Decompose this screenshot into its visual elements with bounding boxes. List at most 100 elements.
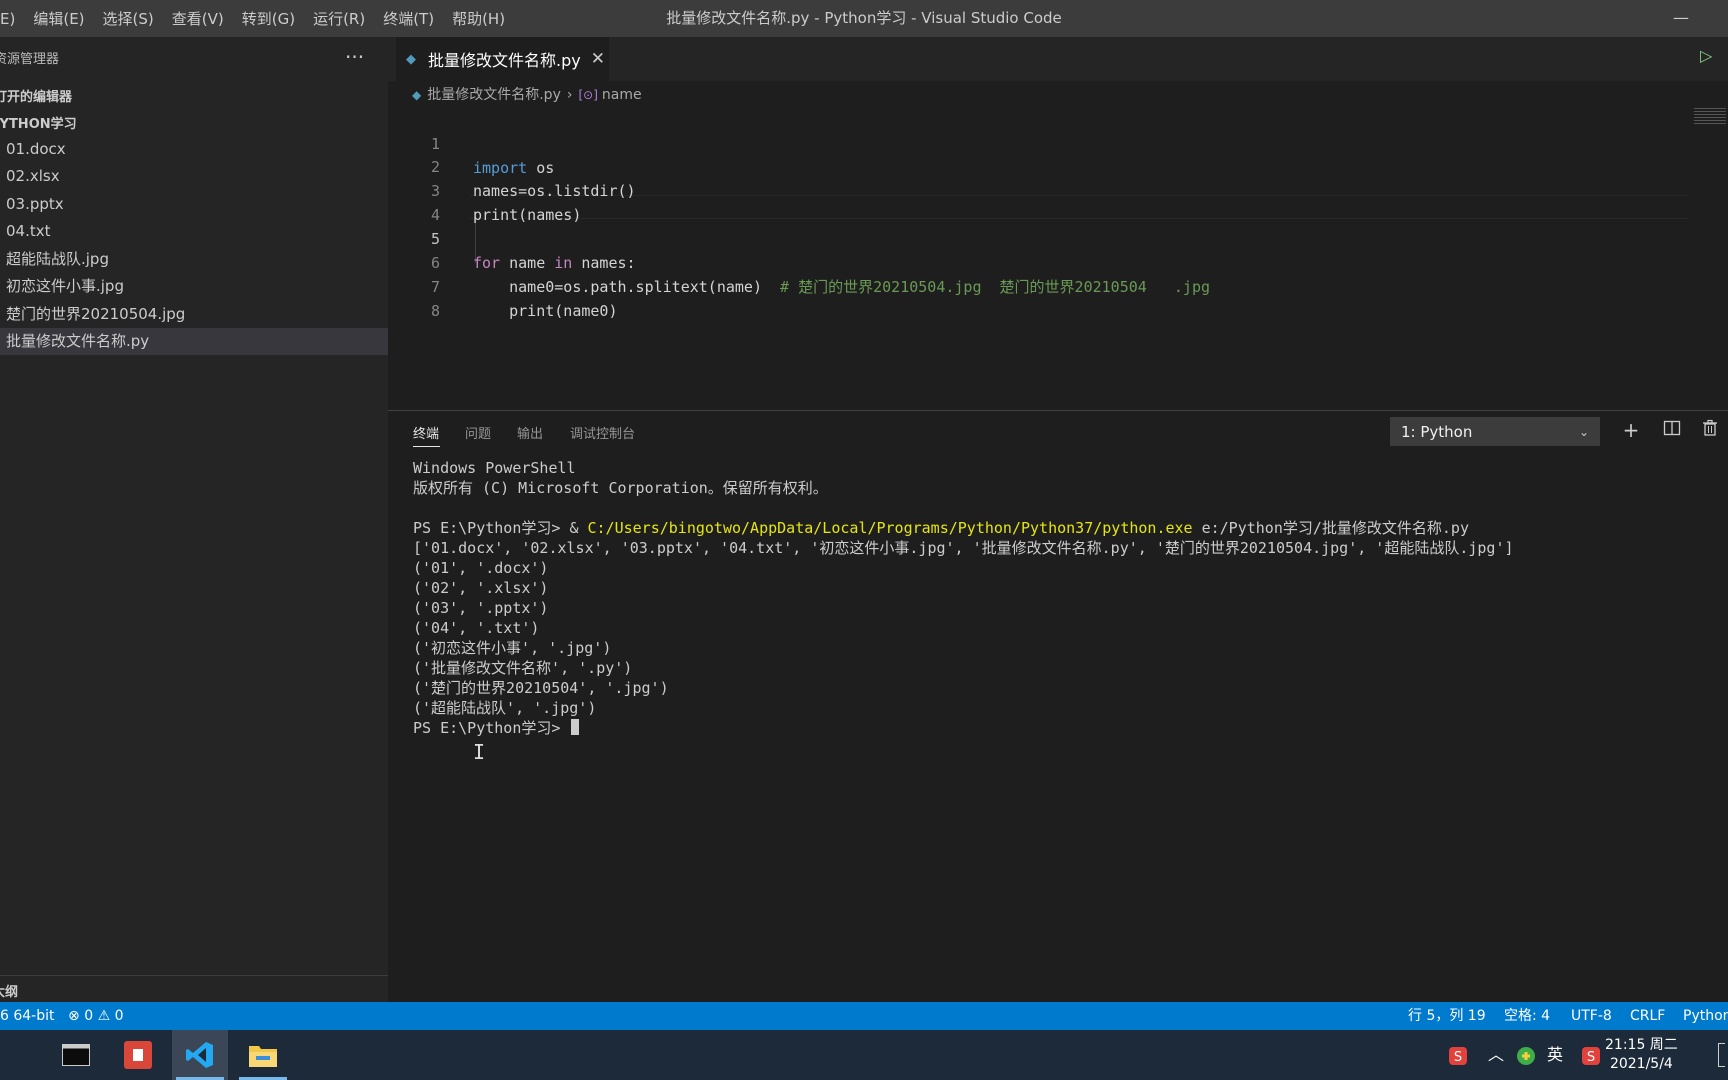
breadcrumb-file[interactable]: 批量修改文件名称.py — [427, 84, 561, 106]
code-line: 6 name0=os.path.splitext(name) # 楚门的世界20… — [388, 227, 1688, 296]
notifications-icon[interactable] — [1718, 1043, 1725, 1067]
breadcrumb-symbol[interactable]: name — [602, 84, 642, 106]
minimap[interactable] — [1694, 108, 1726, 124]
menu-file[interactable]: E) — [0, 10, 24, 28]
line-ending[interactable]: CRLF — [1630, 1002, 1665, 1030]
code-line: 1 import os — [388, 108, 1688, 177]
sogou-ime-icon[interactable]: S — [1448, 1030, 1468, 1080]
folder-section[interactable]: PYTHON学习 — [0, 113, 77, 132]
terminal-app-icon[interactable] — [48, 1030, 104, 1080]
terminal-select[interactable]: 1: Python ⌄ — [1390, 417, 1600, 446]
code-line: 2 names=os.listdir() — [388, 131, 1688, 200]
chevron-up-icon[interactable]: ︿ — [1488, 1030, 1504, 1080]
error-icon: ⊗ — [68, 1008, 80, 1024]
tab-label: 批量修改文件名称.py — [428, 51, 581, 70]
system-clock[interactable]: 21:15 周二 2021/5/4 — [1605, 1036, 1678, 1074]
line-number: 8 — [430, 302, 440, 320]
chevron-down-icon: ⌄ — [1578, 424, 1589, 439]
terminal-text: e:/Python学习/批量修改文件名称.py — [1192, 519, 1469, 537]
file-explorer-app-icon[interactable] — [235, 1030, 291, 1080]
menu-bar: E) 编辑(E) 选择(S) 查看(V) 转到(G) 运行(R) 终端(T) 帮… — [0, 0, 514, 37]
file-item[interactable]: 04.txt — [0, 218, 388, 245]
tab-debug-console[interactable]: 调试控制台 — [570, 423, 635, 442]
svg-text:S: S — [1587, 1050, 1595, 1065]
trash-icon[interactable] — [1698, 418, 1722, 442]
terminal-prompt: PS E:\Python学习> — [413, 719, 570, 737]
terminal-line: ('02', '.xlsx') — [413, 579, 549, 597]
file-item[interactable]: 03.pptx — [0, 191, 388, 218]
network-status-icon[interactable] — [1516, 1030, 1536, 1080]
svg-text:S: S — [1454, 1050, 1462, 1065]
more-actions-icon[interactable]: ··· — [345, 37, 364, 83]
file-item[interactable]: 超能陆战队.jpg — [0, 246, 388, 273]
menu-terminal[interactable]: 终端(T) — [374, 8, 443, 29]
problems-indicator[interactable]: ⊗ 0 ⚠ 0 — [68, 1002, 124, 1030]
vscode-app-icon[interactable] — [172, 1030, 228, 1080]
chevron-right-icon: › — [566, 87, 573, 103]
outline-section[interactable]: 大纲 — [0, 981, 18, 1000]
run-icon[interactable]: ▷ — [1700, 46, 1712, 65]
sogou-toolbar-icon[interactable]: S — [1581, 1030, 1601, 1080]
terminal-line: Windows PowerShell — [413, 459, 576, 477]
tab-terminal[interactable]: 终端 — [413, 423, 439, 442]
ime-mode-indicator[interactable]: 英 — [1547, 1030, 1563, 1080]
error-count: 0 — [84, 1008, 94, 1024]
file-item[interactable]: 初恋这件小事.jpg — [0, 273, 388, 300]
outline-divider — [0, 975, 388, 976]
menu-go[interactable]: 转到(G) — [233, 8, 304, 29]
code-line: 7 print(name0) — [388, 251, 1688, 320]
terminal-exe-path: C:/Users/bingotwo/AppData/Local/Programs… — [587, 519, 1193, 537]
tab-problems[interactable]: 问题 — [465, 423, 491, 442]
breadcrumb: ◆ 批量修改文件名称.py › [⊙] name — [412, 84, 642, 106]
variable-icon: [⊙] — [578, 88, 598, 102]
terminal-line: ('初恋这件小事', '.jpg') — [413, 639, 612, 657]
indentation[interactable]: 空格: 4 — [1504, 1002, 1550, 1030]
warning-count: 0 — [114, 1008, 124, 1024]
close-icon[interactable]: ✕ — [591, 49, 605, 69]
file-item-active[interactable]: 批量修改文件名称.py — [0, 328, 388, 355]
terminal-line: 版权所有 (C) Microsoft Corporation。保留所有权利。 — [413, 479, 828, 497]
warning-icon: ⚠ — [97, 1008, 111, 1024]
menu-run[interactable]: 运行(R) — [304, 8, 374, 29]
encoding[interactable]: UTF-8 — [1571, 1002, 1612, 1030]
menu-view[interactable]: 查看(V) — [163, 8, 233, 29]
terminal-line: PS E:\Python学习> & C:/Users/bingotwo/AppD… — [413, 518, 1469, 538]
terminal-line: ('03', '.pptx') — [413, 599, 549, 617]
sidebar-title: 资源管理器 — [0, 52, 60, 67]
cursor-position[interactable]: 行 5，列 19 — [1408, 1002, 1486, 1030]
python-interpreter[interactable]: 6 64-bit — [0, 1002, 55, 1030]
terminal-prompt: PS E:\Python学习> — [413, 519, 570, 537]
menu-help[interactable]: 帮助(H) — [443, 8, 514, 29]
terminal-line: ('超能陆战队', '.jpg') — [413, 699, 597, 717]
new-terminal-icon[interactable]: + — [1619, 418, 1643, 442]
file-item[interactable]: 02.xlsx — [0, 163, 388, 190]
language-mode[interactable]: Python — [1683, 1002, 1728, 1030]
file-item[interactable]: 楚门的世界20210504.jpg — [0, 301, 388, 328]
terminal-line: ('01', '.docx') — [413, 559, 549, 577]
clock-date: 2021/5/4 — [1609, 1056, 1673, 1072]
open-editors-section[interactable]: 打开的编辑器 — [0, 86, 72, 105]
menu-edit[interactable]: 编辑(E) — [24, 8, 93, 29]
terminal-line: ('批量修改文件名称', '.py') — [413, 659, 633, 677]
terminal-line: PS E:\Python学习> — [413, 718, 580, 738]
menu-selection[interactable]: 选择(S) — [94, 8, 163, 29]
python-file-icon: ◆ — [412, 88, 422, 102]
terminal-select-value: 1: Python — [1401, 422, 1473, 441]
mouse-ibeam-icon: I — [473, 740, 486, 764]
split-terminal-icon[interactable] — [1660, 418, 1684, 442]
file-item[interactable]: 01.docx — [0, 136, 388, 163]
tab-output[interactable]: 输出 — [517, 423, 543, 442]
code-line: 4 — [388, 179, 1688, 224]
minimize-button[interactable]: — — [1672, 8, 1690, 27]
terminal-text: & — [569, 519, 588, 537]
code-line: 5 for name in names: — [388, 203, 1688, 272]
terminal-line: ['01.docx', '02.xlsx', '03.pptx', '04.tx… — [413, 539, 1514, 557]
terminal-line: ('04', '.txt') — [413, 619, 540, 637]
code-line: 8 — [388, 275, 1688, 320]
python-file-icon: ◆ — [406, 51, 416, 67]
code-line: 3 print(names) — [388, 155, 1688, 224]
editor-tab[interactable]: ◆ 批量修改文件名称.py ✕ — [396, 37, 609, 81]
active-tab-indicator — [413, 446, 440, 447]
terminal-line: ('楚门的世界20210504', '.jpg') — [413, 679, 669, 697]
presentation-app-icon[interactable] — [110, 1030, 166, 1080]
